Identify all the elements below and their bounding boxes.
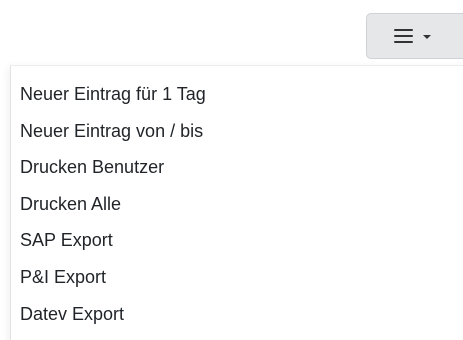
dropdown-menu-list: Neuer Eintrag für 1 Tag Neuer Eintrag vo… bbox=[11, 66, 463, 332]
hamburger-icon bbox=[394, 29, 413, 43]
app-root: Neuer Eintrag für 1 Tag Neuer Eintrag vo… bbox=[0, 0, 463, 340]
menu-item-datev-export[interactable]: Datev Export bbox=[11, 296, 463, 333]
dropdown-menu: Neuer Eintrag für 1 Tag Neuer Eintrag vo… bbox=[10, 65, 463, 340]
menu-item-pi-export[interactable]: P&I Export bbox=[11, 259, 463, 296]
menu-item-sap-export[interactable]: SAP Export bbox=[11, 222, 463, 259]
menu-toggle-button[interactable] bbox=[366, 13, 463, 59]
caret-down-icon bbox=[423, 34, 431, 39]
menu-item-drucken-alle[interactable]: Drucken Alle bbox=[11, 186, 463, 223]
menu-item-neuer-eintrag-tag[interactable]: Neuer Eintrag für 1 Tag bbox=[11, 76, 463, 113]
menu-item-drucken-benutzer[interactable]: Drucken Benutzer bbox=[11, 149, 463, 186]
menu-item-neuer-eintrag-von-bis[interactable]: Neuer Eintrag von / bis bbox=[11, 113, 463, 150]
